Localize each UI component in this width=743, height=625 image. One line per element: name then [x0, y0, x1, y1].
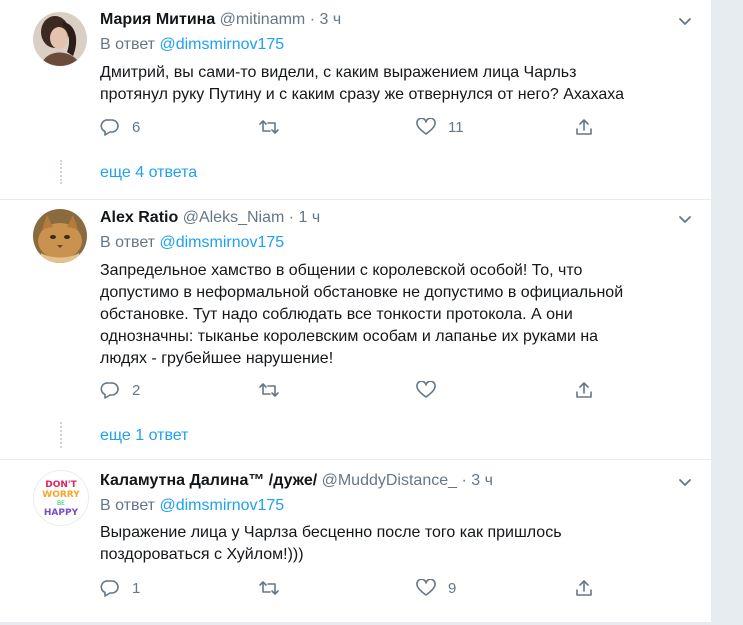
retweet-icon: [259, 383, 279, 397]
reply-count: 6: [132, 118, 141, 136]
avatar[interactable]: [33, 209, 87, 263]
tweet-text: Запредельное хамство в общении с королев…: [100, 260, 690, 370]
reply-icon: [100, 580, 119, 597]
author-handle[interactable]: @MuddyDistance_: [322, 472, 457, 489]
tweet-text-line: Запредельное хамство в общении с королев…: [100, 262, 583, 279]
author-handle[interactable]: @Aleks_Niam: [183, 209, 285, 226]
like-count: 11: [448, 118, 464, 136]
reply-icon: [100, 382, 119, 399]
separator-dot: ·: [461, 472, 467, 489]
like-button[interactable]: 9: [416, 578, 456, 598]
svg-text:HAPPY: HAPPY: [44, 508, 79, 518]
reply-button[interactable]: 2: [100, 380, 140, 400]
chevron-down-icon[interactable]: [677, 211, 693, 227]
tweet-text: Дмитрий, вы сами-то видели, с каким выра…: [100, 62, 690, 106]
reply-prefix: В ответ: [100, 497, 156, 514]
like-button[interactable]: [416, 380, 448, 400]
tweet-text-line: людях - грубейшее нарушение!: [100, 350, 334, 367]
timestamp[interactable]: 3 ч: [319, 11, 341, 28]
timestamp[interactable]: 1 ч: [299, 209, 321, 226]
reply-handle-link[interactable]: @dimsmirnov175: [159, 497, 284, 514]
reply-handle-link[interactable]: @dimsmirnov175: [159, 36, 284, 53]
tweet-item[interactable]: Alex Ratio @Aleks_Niam · 1 ч В ответ @di…: [0, 200, 711, 459]
show-more-replies-link[interactable]: еще 1 ответ: [100, 427, 188, 445]
tweet-text-line: поздороваться с Хуйлом!))): [100, 546, 304, 563]
reply-icon: [100, 119, 119, 136]
show-more-replies-link[interactable]: еще 4 ответа: [100, 164, 197, 182]
reply-handle-link[interactable]: @dimsmirnov175: [159, 234, 284, 251]
reply-button[interactable]: 1: [100, 578, 140, 598]
tweet-header: Каламутна Далина™ /дуже/ @MuddyDistance_…: [100, 472, 493, 490]
share-icon: [576, 119, 592, 135]
reply-context: В ответ @dimsmirnov175: [100, 234, 284, 252]
svg-text:WORRY: WORRY: [42, 490, 80, 500]
tweet-item[interactable]: DON'T WORRY BE HAPPY Каламутна Далина™ /…: [0, 460, 711, 622]
retweet-button[interactable]: [258, 380, 292, 400]
tweet-text-line: однозначны: тыканье королевским особам и…: [100, 328, 599, 345]
reply-context: В ответ @dimsmirnov175: [100, 497, 284, 515]
like-count: 9: [448, 579, 457, 597]
share-icon: [576, 580, 592, 596]
author-name[interactable]: Alex Ratio: [100, 209, 178, 226]
author-handle[interactable]: @mitinamm: [220, 11, 306, 28]
tweet-text: Выражение лица у Чарлза бесценно после т…: [100, 522, 690, 566]
like-icon: [416, 579, 436, 596]
tweet-text-line: обстановке. Тут надо соблюдать все тонко…: [100, 306, 573, 323]
reply-count: 1: [132, 579, 141, 597]
tweet-actions: 6 11: [100, 117, 620, 137]
reply-count: 2: [132, 381, 141, 399]
thread-line: [60, 422, 64, 448]
share-button[interactable]: [574, 380, 594, 400]
tweet-text-line: Дмитрий, вы сами-то видели, с каким выра…: [100, 64, 577, 81]
reply-context: В ответ @dimsmirnov175: [100, 36, 284, 54]
reply-button[interactable]: 6: [100, 117, 140, 137]
author-name[interactable]: Каламутна Далина™ /дуже/: [100, 472, 317, 489]
timestamp[interactable]: 3 ч: [471, 472, 493, 489]
tweet-text-line: Выражение лица у Чарлза бесценно после т…: [100, 524, 562, 541]
reply-prefix: В ответ: [100, 234, 156, 251]
separator-dot: ·: [309, 11, 316, 28]
tweet-text-line: протянул руку Путину и с каким сразу же …: [100, 86, 625, 103]
tweet-actions: 1 9: [100, 578, 620, 598]
retweet-icon: [259, 581, 279, 595]
retweet-icon: [259, 120, 279, 134]
tweet-header: Alex Ratio @Aleks_Niam · 1 ч: [100, 209, 320, 227]
replies-panel: Мария Митина @mitinamm · 3 ч В ответ @di…: [0, 0, 712, 622]
share-button[interactable]: [574, 117, 594, 137]
share-icon: [576, 382, 592, 398]
reply-prefix: В ответ: [100, 36, 156, 53]
avatar[interactable]: [33, 12, 87, 66]
tweet-header: Мария Митина @mitinamm · 3 ч: [100, 11, 341, 29]
retweet-button[interactable]: [258, 578, 292, 598]
avatar[interactable]: DON'T WORRY BE HAPPY: [33, 470, 89, 526]
tweet-actions: 2: [100, 380, 620, 400]
tweet-text-line: допустимо в неформальной обстановке не д…: [100, 284, 624, 301]
author-name[interactable]: Мария Митина: [100, 11, 215, 28]
retweet-button[interactable]: [258, 117, 292, 137]
separator-dot: ·: [288, 209, 295, 226]
tweet-item[interactable]: Мария Митина @mitinamm · 3 ч В ответ @di…: [0, 0, 711, 199]
like-button[interactable]: 11: [416, 117, 464, 137]
chevron-down-icon[interactable]: [677, 13, 693, 29]
like-icon: [416, 381, 436, 398]
chevron-down-icon[interactable]: [677, 474, 693, 490]
svg-text:BE: BE: [57, 500, 65, 507]
thread-line: [60, 160, 64, 184]
like-icon: [416, 118, 436, 135]
svg-text:DON'T: DON'T: [45, 480, 77, 490]
share-button[interactable]: [574, 578, 594, 598]
